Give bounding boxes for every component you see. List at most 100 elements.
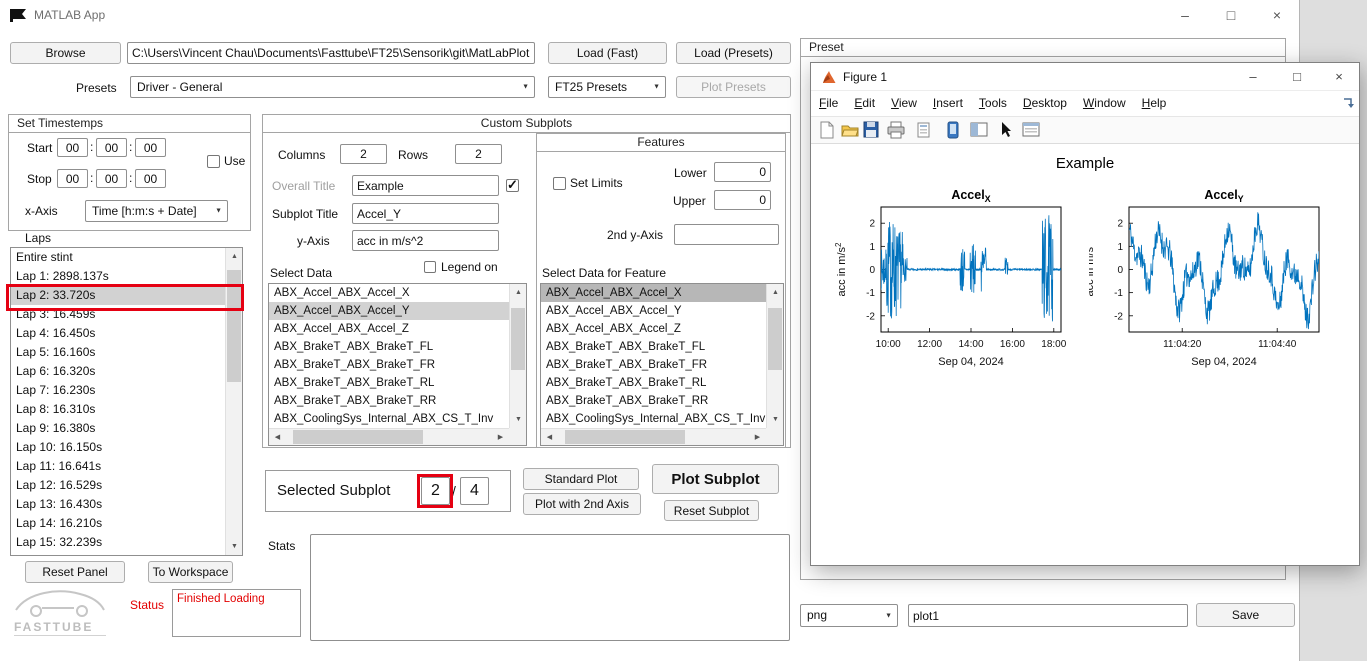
start-second-field[interactable] [135, 138, 166, 157]
subplot-title-field[interactable] [352, 203, 499, 224]
list-item[interactable]: ABX_CoolingSys_Internal_ABX_CS_T_Inv [269, 410, 509, 428]
scroll-down-icon[interactable]: ▼ [226, 538, 243, 555]
list-item[interactable]: Lap 3: 16.459s [11, 305, 225, 324]
list-item[interactable]: Lap 10: 16.150s [11, 438, 225, 457]
dual-pane-icon[interactable] [970, 121, 990, 139]
scroll-down-icon[interactable]: ▼ [767, 411, 784, 428]
upper-field[interactable] [714, 190, 771, 210]
plot-presets-button[interactable]: Plot Presets [676, 76, 791, 98]
load-fast-button[interactable]: Load (Fast) [548, 42, 667, 64]
property-inspector-icon[interactable] [1022, 121, 1042, 139]
dock-figure-icon[interactable] [1341, 96, 1355, 110]
list-item[interactable]: ABX_Accel_ABX_Accel_X [541, 284, 766, 302]
start-hour-field[interactable] [57, 138, 88, 157]
list-item[interactable]: ABX_Accel_ABX_Accel_Y [541, 302, 766, 320]
menu-insert[interactable]: Insert [925, 91, 971, 115]
maximize-button[interactable]: □ [1208, 0, 1254, 30]
scrollbar-thumb[interactable] [511, 308, 525, 370]
stop-second-field[interactable] [135, 169, 166, 188]
filename-field[interactable] [908, 604, 1188, 627]
menu-help[interactable]: Help [1134, 91, 1175, 115]
scroll-left-icon[interactable]: ◀ [541, 429, 558, 446]
use-checkbox[interactable] [207, 155, 220, 168]
feature-listbox[interactable]: ABX_Accel_ABX_Accel_XABX_Accel_ABX_Accel… [540, 283, 784, 446]
list-item[interactable]: Lap 8: 16.310s [11, 400, 225, 419]
standard-plot-button[interactable]: Standard Plot [523, 468, 639, 490]
scrollbar-thumb[interactable] [565, 430, 685, 444]
overall-title-checkbox[interactable] [506, 179, 519, 192]
list-item[interactable]: ABX_Accel_ABX_Accel_Z [269, 320, 509, 338]
pointer-icon[interactable] [999, 121, 1019, 139]
rows-field[interactable] [455, 144, 502, 164]
scroll-down-icon[interactable]: ▼ [510, 411, 527, 428]
list-item[interactable]: Lap 6: 16.320s [11, 362, 225, 381]
list-item[interactable]: Entire stint [11, 248, 225, 267]
start-minute-field[interactable] [96, 138, 127, 157]
save-button[interactable]: Save [1196, 603, 1295, 627]
list-item[interactable]: ABX_BrakeT_ABX_BrakeT_FL [541, 338, 766, 356]
list-item[interactable]: Lap 12: 16.529s [11, 476, 225, 495]
preset-dropdown[interactable]: Driver - General [130, 76, 535, 98]
list-item[interactable]: Lap 14: 16.210s [11, 514, 225, 533]
list-item[interactable]: Lap 16: 15.980s [11, 552, 225, 555]
stats-textarea[interactable] [310, 534, 790, 641]
menu-view[interactable]: View [883, 91, 925, 115]
list-item[interactable]: Lap 7: 16.230s [11, 381, 225, 400]
format-dropdown[interactable]: png [800, 604, 898, 627]
list-item[interactable]: ABX_BrakeT_ABX_BrakeT_RR [269, 392, 509, 410]
mobile-device-icon[interactable] [946, 121, 966, 139]
print-figure-icon[interactable] [887, 121, 907, 139]
print-preview-icon[interactable] [916, 121, 936, 139]
list-item[interactable]: ABX_Accel_ABX_Accel_Z [541, 320, 766, 338]
load-presets-button[interactable]: Load (Presets) [676, 42, 791, 64]
menu-tools[interactable]: Tools [971, 91, 1015, 115]
list-item[interactable]: ABX_Accel_ABX_Accel_Y [269, 302, 509, 320]
figure-minimize-button[interactable]: – [1231, 63, 1275, 91]
plot-subplot-button[interactable]: Plot Subplot [652, 464, 779, 494]
menu-window[interactable]: Window [1075, 91, 1134, 115]
list-item[interactable]: Lap 13: 16.430s [11, 495, 225, 514]
list-item[interactable]: ABX_BrakeT_ABX_BrakeT_FR [269, 356, 509, 374]
list-item[interactable]: Lap 15: 32.239s [11, 533, 225, 552]
selected-subplot-current-field[interactable] [421, 477, 450, 505]
list-item[interactable]: Lap 4: 16.450s [11, 324, 225, 343]
scroll-up-icon[interactable]: ▲ [767, 284, 784, 301]
open-file-icon[interactable] [841, 121, 861, 139]
scroll-left-icon[interactable]: ◀ [269, 429, 286, 446]
scrollbar-thumb[interactable] [293, 430, 423, 444]
laps-scrollbar[interactable]: ▲ ▼ [225, 248, 242, 555]
selected-subplot-total-field[interactable] [460, 477, 489, 505]
menu-desktop[interactable]: Desktop [1015, 91, 1075, 115]
menu-edit[interactable]: Edit [846, 91, 883, 115]
close-button[interactable]: × [1254, 0, 1300, 30]
second-yaxis-field[interactable] [674, 224, 779, 245]
browse-button[interactable]: Browse [10, 42, 121, 64]
yaxis-field[interactable] [352, 230, 499, 251]
figure-maximize-button[interactable]: □ [1275, 63, 1319, 91]
data-scrollbar-vertical[interactable]: ▲ ▼ [509, 284, 526, 428]
scroll-right-icon[interactable]: ▶ [492, 429, 509, 446]
laps-listbox[interactable]: Entire stintLap 1: 2898.137sLap 2: 33.72… [10, 247, 243, 556]
list-item[interactable]: ABX_BrakeT_ABX_BrakeT_RL [541, 374, 766, 392]
scrollbar-thumb[interactable] [768, 308, 782, 370]
list-item[interactable]: Lap 5: 16.160s [11, 343, 225, 362]
xaxis-dropdown[interactable]: Time [h:m:s + Date] [85, 200, 228, 222]
list-item[interactable]: ABX_BrakeT_ABX_BrakeT_RL [269, 374, 509, 392]
scroll-up-icon[interactable]: ▲ [226, 248, 243, 265]
reset-subplot-button[interactable]: Reset Subplot [664, 500, 759, 521]
scroll-up-icon[interactable]: ▲ [510, 284, 527, 301]
columns-field[interactable] [340, 144, 387, 164]
list-item[interactable]: ABX_CoolingSys_Internal_ABX_CS_T_Inv [541, 410, 766, 428]
path-input[interactable] [127, 42, 535, 64]
data-scrollbar-horizontal[interactable]: ◀ ▶ [269, 428, 509, 445]
list-item[interactable]: Lap 9: 16.380s [11, 419, 225, 438]
menu-file[interactable]: File [811, 91, 846, 115]
to-workspace-button[interactable]: To Workspace [148, 561, 233, 583]
legend-checkbox[interactable] [424, 261, 436, 273]
list-item[interactable]: ABX_BrakeT_ABX_BrakeT_RR [541, 392, 766, 410]
list-item[interactable]: ABX_BrakeT_ABX_BrakeT_FR [541, 356, 766, 374]
reset-panel-button[interactable]: Reset Panel [25, 561, 125, 583]
figure-close-button[interactable]: × [1317, 63, 1361, 91]
list-item[interactable]: Lap 2: 33.720s [11, 286, 225, 305]
stop-minute-field[interactable] [96, 169, 127, 188]
